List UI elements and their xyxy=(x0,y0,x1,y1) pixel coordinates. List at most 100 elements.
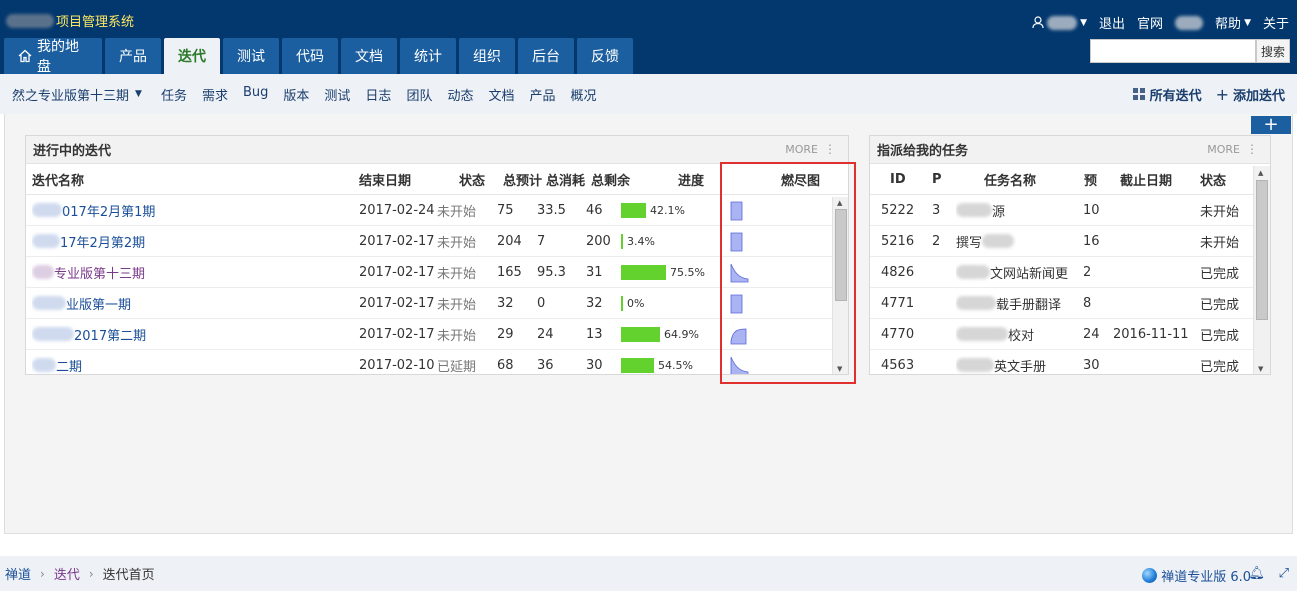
task-id: 4563 xyxy=(881,357,915,373)
add-iteration-button[interactable]: + 添加迭代 xyxy=(1216,85,1285,104)
more-link[interactable]: MORE xyxy=(1207,143,1240,156)
iteration-consumed: 24 xyxy=(537,326,554,342)
iteration-name-link[interactable]: 业版第一期 xyxy=(32,294,131,313)
iteration-name-link[interactable]: 2017第二期 xyxy=(32,325,146,344)
main-nav-tab-6[interactable]: 统计 xyxy=(400,38,456,74)
search-button[interactable]: 搜索 xyxy=(1256,39,1290,63)
task-name-link[interactable]: 英文手册 xyxy=(956,356,1068,375)
scroll-down-icon[interactable]: ▼ xyxy=(1258,365,1263,373)
main-nav-tab-0[interactable]: 我的地盘 xyxy=(4,38,102,75)
scroll-up-icon[interactable]: ▲ xyxy=(1258,169,1263,177)
search-input[interactable] xyxy=(1090,39,1256,63)
sub-nav-item-10[interactable]: 概况 xyxy=(571,85,597,104)
task-name-link[interactable]: 校对 xyxy=(956,325,1068,344)
sub-nav-item-1[interactable]: 需求 xyxy=(202,85,228,104)
table-row: 4770 校对 24 2016-11-11 已完成 xyxy=(870,319,1270,350)
task-estimate: 16 xyxy=(1083,233,1100,249)
project-switcher[interactable]: 然之专业版第十三期 ▼ xyxy=(12,85,142,104)
user-menu[interactable]: ▼ xyxy=(1032,15,1087,30)
task-name-link[interactable]: 文网站新闻更 xyxy=(956,263,1068,282)
iteration-status: 未开始 xyxy=(437,266,477,282)
iteration-estimate: 68 xyxy=(497,357,514,373)
breadcrumb-item-1[interactable]: 迭代 xyxy=(54,564,80,583)
iteration-name-link[interactable]: 二期 xyxy=(32,356,82,374)
progress-value: 42.1% xyxy=(650,204,685,217)
main-nav-tab-1[interactable]: 产品 xyxy=(105,38,161,74)
about-link[interactable]: 关于 xyxy=(1263,13,1289,32)
plus-icon: + xyxy=(1215,84,1229,104)
task-name-link[interactable]: 源 xyxy=(956,201,1068,220)
task-status: 未开始 xyxy=(1200,204,1240,220)
progress-bar xyxy=(621,358,654,373)
task-status: 已完成 xyxy=(1200,359,1240,375)
main-nav-tab-9[interactable]: 反馈 xyxy=(577,38,633,74)
blurred-link[interactable] xyxy=(1175,15,1204,30)
column-header: P xyxy=(932,171,942,187)
tasks-scrollbar[interactable]: ▲ ▼ xyxy=(1253,166,1270,374)
iteration-consumed: 0 xyxy=(537,295,546,311)
main-nav-label: 反馈 xyxy=(591,49,619,65)
globe-icon xyxy=(1142,568,1158,583)
main-nav-tab-7[interactable]: 组织 xyxy=(459,38,515,74)
iteration-name-link[interactable]: 17年2月第2期 xyxy=(32,232,145,251)
brand[interactable]: 项目管理系统 xyxy=(6,11,134,30)
iteration-name-link[interactable]: 专业版第十三期 xyxy=(32,263,145,282)
sub-nav-item-3[interactable]: 版本 xyxy=(283,85,309,104)
iteration-consumed: 7 xyxy=(537,233,546,249)
progress-value: 54.5% xyxy=(658,359,693,372)
main-nav-label: 测试 xyxy=(237,49,265,65)
main-nav-tab-5[interactable]: 文档 xyxy=(341,38,397,74)
sub-nav-item-2[interactable]: Bug xyxy=(243,85,268,104)
sub-nav-item-9[interactable]: 产品 xyxy=(529,85,555,104)
more-link[interactable]: MORE xyxy=(785,143,818,156)
main-nav-tab-8[interactable]: 后台 xyxy=(518,38,574,74)
task-name-link[interactable]: 载手册翻译 xyxy=(956,294,1068,313)
task-id: 5222 xyxy=(881,202,915,218)
task-status: 已完成 xyxy=(1200,328,1240,344)
main-nav-tab-3[interactable]: 测试 xyxy=(223,38,279,74)
version-link[interactable]: 禅道专业版 6.0 xyxy=(1142,566,1251,585)
tasks-table-header: ID P 任务名称 预 截止日期 状态 xyxy=(870,164,1270,195)
add-block-button[interactable]: + xyxy=(1251,116,1291,134)
top-bar: 项目管理系统 ▼ 退出 官网 帮助 ▼ 关于 搜索 我的地盘 产品 迭代 测试 代码 文档 统… xyxy=(0,0,1297,75)
task-name: 文网站新闻更 xyxy=(989,266,1068,282)
iteration-consumed: 36 xyxy=(537,357,554,373)
fullscreen-icon[interactable]: ⤢ xyxy=(1279,566,1289,581)
task-deadline: 2016-11-11 xyxy=(1113,326,1189,342)
main-nav-tab-4[interactable]: 代码 xyxy=(282,38,338,74)
sub-nav-item-8[interactable]: 文档 xyxy=(488,85,514,104)
main-nav-label: 代码 xyxy=(296,49,324,65)
iteration-left: 13 xyxy=(586,326,603,342)
table-row: 5222 3 源 10 未开始 xyxy=(870,195,1270,226)
breadcrumb-item-0[interactable]: 禅道 xyxy=(5,564,31,583)
task-name: 校对 xyxy=(1008,328,1035,344)
column-header: 总消耗 xyxy=(546,173,586,189)
logout-link[interactable]: 退出 xyxy=(1099,13,1125,32)
task-name-link[interactable]: 撰写 xyxy=(956,232,1068,251)
sub-nav-item-6[interactable]: 团队 xyxy=(406,85,432,104)
official-site-link[interactable]: 官网 xyxy=(1137,13,1163,32)
sub-nav-item-0[interactable]: 任务 xyxy=(161,85,187,104)
main-nav-tab-2[interactable]: 迭代 xyxy=(164,38,220,74)
task-estimate: 24 xyxy=(1083,326,1100,342)
breadcrumb-item-2: 迭代首页 xyxy=(102,568,155,583)
all-iterations-button[interactable]: 所有迭代 xyxy=(1132,85,1202,104)
progress-bar xyxy=(621,203,646,218)
iteration-status: 已延期 xyxy=(437,359,477,375)
bell-icon[interactable]: 🔔︎ xyxy=(1248,566,1265,581)
column-header: 任务名称 xyxy=(984,173,1037,189)
task-name: 英文手册 xyxy=(994,359,1047,375)
iteration-name-link[interactable]: 017年2月第1期 xyxy=(32,201,155,220)
sub-nav-item-4[interactable]: 测试 xyxy=(324,85,350,104)
sub-nav-item-7[interactable]: 动态 xyxy=(447,85,473,104)
grid-icon xyxy=(1132,88,1145,100)
scroll-thumb[interactable] xyxy=(1256,180,1268,320)
iteration-estimate: 32 xyxy=(497,295,514,311)
iteration-estimate: 29 xyxy=(497,326,514,342)
panel-menu-icon[interactable]: ⋮ xyxy=(824,142,836,156)
panel-menu-icon[interactable]: ⋮ xyxy=(1246,142,1258,156)
help-menu[interactable]: 帮助 ▼ xyxy=(1215,13,1251,32)
sub-nav-item-5[interactable]: 日志 xyxy=(365,85,391,104)
column-header: 截止日期 xyxy=(1120,173,1173,189)
iteration-consumed: 95.3 xyxy=(537,264,566,280)
